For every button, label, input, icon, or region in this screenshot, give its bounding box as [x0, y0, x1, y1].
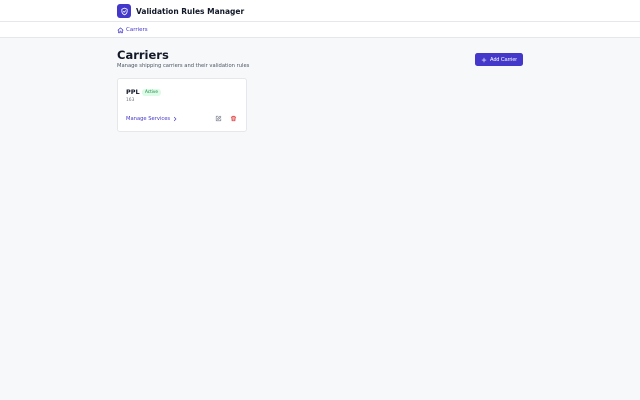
home-icon: [117, 27, 124, 33]
plus-icon: [481, 57, 487, 62]
page-title: Carriers: [117, 48, 169, 62]
add-carrier-label: Add Carrier: [489, 56, 518, 63]
page-subtitle: Manage shipping carriers and their valid…: [117, 63, 250, 69]
edit-icon: [215, 115, 221, 121]
breadcrumb-label: Carriers: [126, 27, 148, 33]
add-carrier-button[interactable]: Add Carrier: [475, 53, 523, 66]
chevron-right-icon: [174, 116, 177, 121]
brand[interactable]: Validation Rules Manager: [117, 4, 244, 18]
manage-services-link[interactable]: Manage Services: [126, 115, 178, 122]
manage-services-label: Manage Services: [126, 115, 171, 122]
carrier-card: PPL Active 163 Manage Services: [117, 78, 247, 132]
shield-check-icon: [117, 4, 131, 18]
trash-icon: [230, 115, 236, 121]
breadcrumb-bar: Carriers: [0, 22, 640, 38]
status-badge: Active: [142, 89, 161, 96]
top-navbar: Validation Rules Manager: [0, 0, 640, 22]
app-title: Validation Rules Manager: [136, 6, 245, 16]
edit-carrier-button[interactable]: [214, 114, 222, 122]
delete-carrier-button[interactable]: [229, 114, 237, 122]
breadcrumb-carriers[interactable]: Carriers: [117, 25, 148, 35]
carrier-name: PPL: [126, 88, 140, 96]
carrier-code: 163: [126, 98, 135, 103]
